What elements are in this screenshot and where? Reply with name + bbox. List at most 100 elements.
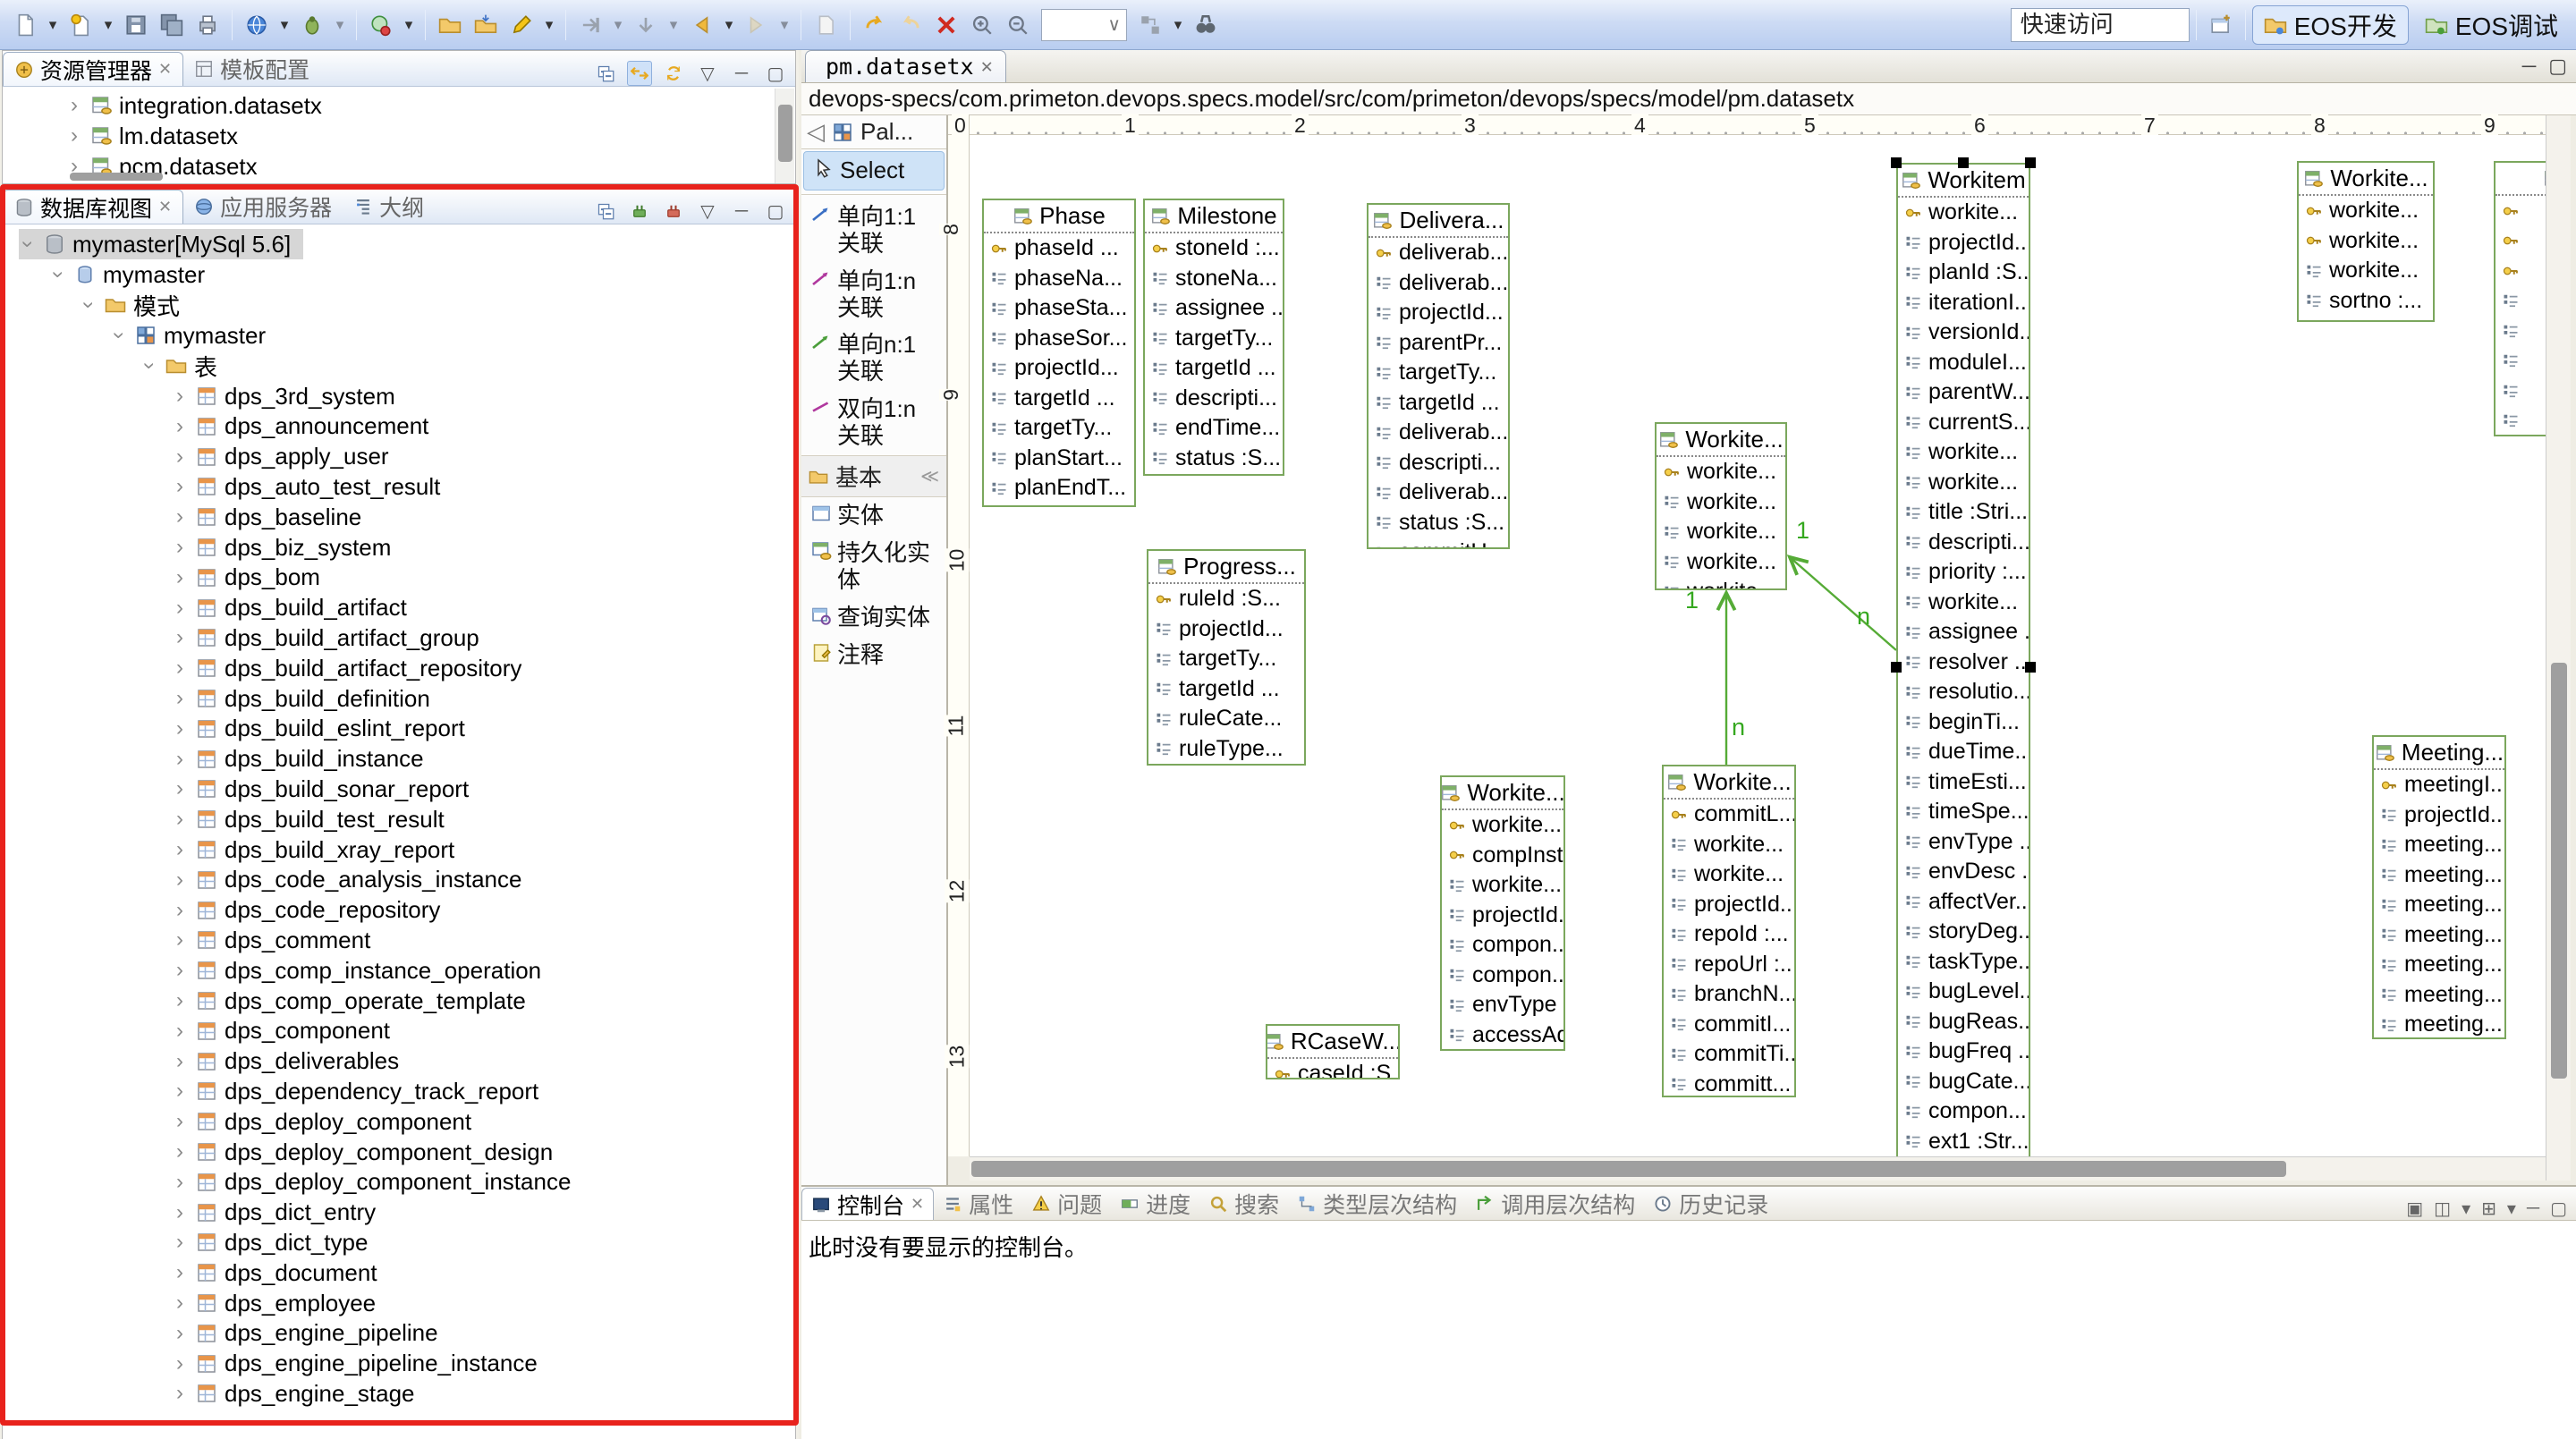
entity-field[interactable]: planId :S...: [1898, 258, 2029, 288]
entity-field[interactable]: caseId :S...: [1267, 1059, 1398, 1078]
entity-field[interactable]: workite...: [1657, 577, 1785, 588]
entity-ClippedRightEntity[interactable]: [2494, 161, 2546, 436]
db-tree-item-dps_engine_stage[interactable]: › dps_engine_stage: [171, 1378, 415, 1409]
db-tree-item-dps_code_repository[interactable]: › dps_code_repository: [171, 895, 440, 926]
entity-field[interactable]: [2496, 316, 2546, 346]
console-tab-问题[interactable]: 问题: [1022, 1188, 1111, 1220]
entity-field[interactable]: [2496, 406, 2546, 436]
entity-field[interactable]: phaseNa...: [984, 264, 1134, 294]
link-editor-button[interactable]: [808, 6, 843, 44]
db-tree-item-表[interactable]: › 表: [138, 351, 217, 381]
entity-field[interactable]: targetTy...: [1368, 358, 1508, 388]
entity-field[interactable]: workite...: [1657, 547, 1785, 578]
entity-Deliverable[interactable]: Delivera... deliverab... deliverab... proje…: [1367, 203, 1510, 549]
perspective-eos-dev[interactable]: EOS开发: [2251, 4, 2409, 45]
entity-field[interactable]: bugLevel...: [1898, 977, 2029, 1007]
db-tree-item-dps_build_instance[interactable]: › dps_build_instance: [171, 744, 424, 775]
chevron-down-icon[interactable]: ›: [15, 235, 40, 253]
entity-WorkitemCommitLog[interactable]: Workite... commitL... workite... workite...…: [1662, 765, 1796, 1097]
db-tree-item-dps_build_sonar_report[interactable]: › dps_build_sonar_report: [171, 774, 469, 804]
entity-field[interactable]: parentPr...: [1368, 328, 1508, 359]
db-tree-item-dps_employee[interactable]: › dps_employee: [171, 1288, 376, 1318]
entity-field[interactable]: [2496, 376, 2546, 406]
chevron-right-icon[interactable]: ›: [171, 1351, 189, 1376]
entity-field[interactable]: targetTy...: [1148, 644, 1304, 674]
refresh-icon[interactable]: [661, 61, 686, 86]
palette-header[interactable]: ◁ Pal...: [801, 115, 946, 149]
chevron-right-icon[interactable]: ›: [171, 444, 189, 470]
entity-field[interactable]: bugFreq ...: [1898, 1037, 2029, 1067]
db-tree-item-dps_deploy_component[interactable]: › dps_deploy_component: [171, 1106, 471, 1137]
selection-handle[interactable]: [1891, 157, 1902, 168]
entity-field[interactable]: deliverab...: [1368, 268, 1508, 299]
db-tree-item-dps_component[interactable]: › dps_component: [171, 1016, 390, 1046]
diagram-canvas[interactable]: Phase phaseId ... phaseNa... phaseSta... pha…: [970, 135, 2546, 1156]
entity-field[interactable]: meeting...: [2374, 950, 2504, 980]
entity-field[interactable]: projectId...: [2374, 800, 2504, 831]
entity-field[interactable]: status :S...: [1145, 444, 1283, 474]
entity-field[interactable]: endTime...: [1145, 413, 1283, 444]
collapse-all-icon[interactable]: [593, 61, 618, 86]
selection-handle[interactable]: [2025, 662, 2036, 673]
zoom-level-combo[interactable]: ∨: [1041, 8, 1127, 41]
db-tree-item-dps_deploy_component_instance[interactable]: › dps_deploy_component_instance: [171, 1167, 571, 1198]
entity-field[interactable]: meeting...: [2374, 920, 2504, 951]
chevron-right-icon[interactable]: ›: [171, 414, 189, 439]
entity-field[interactable]: committ...: [1664, 1070, 1794, 1096]
entity-field[interactable]: bugReas...: [1898, 1007, 2029, 1037]
zoom-out-button[interactable]: [1000, 6, 1036, 44]
entity-field[interactable]: workite...: [1898, 588, 2029, 618]
entity-field[interactable]: commitL...: [1664, 800, 1794, 830]
chevron-right-icon[interactable]: ›: [171, 686, 189, 711]
entity-field[interactable]: projectId...: [1148, 614, 1304, 645]
entity-field[interactable]: envType ...: [1898, 827, 2029, 858]
entity-field[interactable]: stoneId :...: [1145, 233, 1283, 264]
next-annotation-caret[interactable]: ▾: [608, 6, 628, 44]
canvas-vscrollbar[interactable]: [2546, 115, 2571, 1181]
entity-field[interactable]: workite...: [1664, 859, 1794, 890]
palette-tool-实体[interactable]: 实体: [801, 497, 946, 535]
db-tree-item-dps_dict_entry[interactable]: › dps_dict_entry: [171, 1198, 376, 1228]
quick-access-input[interactable]: [2010, 7, 2190, 42]
console-tab-历史记录[interactable]: 历史记录: [1644, 1188, 1777, 1220]
chevron-right-icon[interactable]: ›: [171, 1230, 189, 1255]
entity-field[interactable]: workite...: [1898, 437, 2029, 468]
undo-button[interactable]: [857, 6, 893, 44]
entity-field[interactable]: bugCate...: [1898, 1067, 2029, 1097]
chevron-right-icon[interactable]: ›: [171, 1139, 189, 1164]
palette-tool-单向1:1 关联[interactable]: 单向1:1 关联: [801, 199, 946, 263]
entity-field[interactable]: title :Stri...: [1898, 497, 2029, 528]
entity-field[interactable]: assignee ...: [1145, 293, 1283, 324]
save-all-button[interactable]: [154, 6, 190, 44]
open-console-icon[interactable]: ⊞: [2481, 1198, 2496, 1220]
db-tab-大纲[interactable]: 大纲: [343, 190, 435, 224]
chevron-right-icon[interactable]: ›: [171, 1079, 189, 1104]
db-tree-item-dps_auto_test_result[interactable]: › dps_auto_test_result: [171, 471, 440, 502]
collapse-all-icon[interactable]: [593, 199, 618, 224]
db-tree-item-dps_engine_pipeline[interactable]: › dps_engine_pipeline: [171, 1318, 438, 1349]
external-tools-button[interactable]: [294, 6, 330, 44]
db-tree-item-dps_bom[interactable]: › dps_bom: [171, 563, 320, 593]
entity-field[interactable]: commitTi...: [1664, 1039, 1794, 1070]
db-tree-item-dps_build_eslint_report[interactable]: › dps_build_eslint_report: [171, 714, 465, 744]
db-tree-item-dps_build_test_result[interactable]: › dps_build_test_result: [171, 804, 445, 834]
entity-field[interactable]: compon...: [1898, 1096, 2029, 1127]
entity-field[interactable]: ruleCate...: [1148, 704, 1304, 734]
entity-field[interactable]: dueTime...: [1898, 737, 2029, 767]
palette-tool-双向1:n 关联[interactable]: 双向1:n 关联: [801, 391, 946, 455]
search-button[interactable]: [1188, 6, 1224, 44]
entity-field[interactable]: descripti...: [1898, 528, 2029, 558]
db-tree-item-dps_deliverables[interactable]: › dps_deliverables: [171, 1046, 399, 1077]
chevron-right-icon[interactable]: ›: [171, 776, 189, 801]
entity-field[interactable]: workite...: [1657, 457, 1785, 487]
chevron-right-icon[interactable]: ›: [171, 656, 189, 681]
entity-Phase[interactable]: Phase phaseId ... phaseNa... phaseSta... pha…: [982, 199, 1136, 507]
db-tree-item-dps_comment[interactable]: › dps_comment: [171, 925, 370, 955]
print-button[interactable]: [190, 6, 225, 44]
entity-field[interactable]: targetId ...: [1148, 674, 1304, 705]
palette-tool-单向n:1 关联[interactable]: 单向n:1 关联: [801, 326, 946, 391]
entity-field[interactable]: meeting...: [2374, 1010, 2504, 1037]
close-tab-icon[interactable]: ✕: [981, 55, 993, 78]
entity-field[interactable]: currentS...: [1898, 408, 2029, 438]
entity-field[interactable]: descripti...: [1368, 448, 1508, 478]
